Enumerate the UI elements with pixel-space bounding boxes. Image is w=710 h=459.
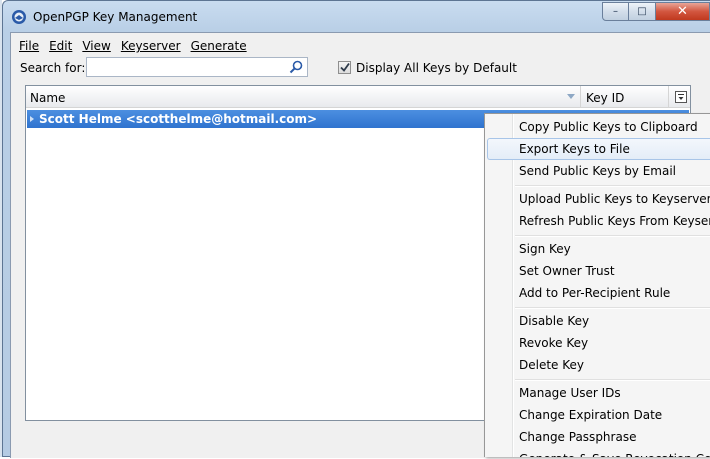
- menu-bar: File Edit View Keyserver Generate: [11, 38, 252, 54]
- menu-item-disable-key[interactable]: Disable Key: [487, 310, 710, 332]
- close-button[interactable]: ✕: [656, 2, 710, 21]
- menu-item-refresh-public-keys[interactable]: Refresh Public Keys From Keyserver: [487, 210, 710, 232]
- menu-item-set-owner-trust[interactable]: Set Owner Trust: [487, 260, 710, 282]
- menu-generate[interactable]: Generate: [186, 38, 252, 54]
- menu-item-export-keys[interactable]: Export Keys to File: [487, 138, 710, 160]
- menu-keyserver-label: Keyserver: [120, 39, 181, 53]
- search-label: Search for:: [20, 61, 86, 75]
- menu-file[interactable]: File: [11, 38, 44, 54]
- menu-item-manage-user-ids[interactable]: Manage User IDs: [487, 382, 710, 404]
- minimize-button[interactable]: –: [602, 2, 629, 21]
- menu-separator: [515, 185, 710, 187]
- column-divider[interactable]: [580, 86, 581, 107]
- menu-item-delete-key[interactable]: Delete Key: [487, 354, 710, 376]
- window-title: OpenPGP Key Management: [33, 10, 198, 24]
- menu-view-label: View: [82, 39, 111, 53]
- menu-item-sign-key[interactable]: Sign Key: [487, 238, 710, 260]
- display-all-keys-checkbox[interactable]: [338, 61, 351, 74]
- search-input[interactable]: [86, 57, 308, 77]
- menu-item-revocation-certificate[interactable]: Generate & Save Revocation Certificate: [487, 448, 710, 457]
- menu-item-add-recipient-rule[interactable]: Add to Per-Recipient Rule: [487, 282, 710, 304]
- menu-keyserver[interactable]: Keyserver: [116, 38, 186, 54]
- maximize-button[interactable]: □: [629, 2, 656, 21]
- menu-generate-label: Generate: [190, 39, 247, 53]
- caption-buttons: – □ ✕: [602, 2, 710, 22]
- menu-separator: [515, 379, 710, 381]
- menu-edit-label: Edit: [49, 39, 73, 53]
- checkmark-icon: [340, 62, 350, 72]
- menu-edit[interactable]: Edit: [44, 38, 77, 54]
- menu-item-change-expiration[interactable]: Change Expiration Date: [487, 404, 710, 426]
- list-header: Name Key ID: [26, 86, 690, 108]
- context-menu: Copy Public Keys to Clipboard Export Key…: [484, 113, 710, 457]
- menu-item-send-public-keys[interactable]: Send Public Keys by Email: [487, 160, 710, 182]
- column-header-key-id[interactable]: Key ID: [586, 91, 624, 105]
- menu-separator: [515, 307, 710, 309]
- menu-view[interactable]: View: [77, 38, 115, 54]
- menu-file-label: File: [19, 39, 40, 53]
- search-icon[interactable]: [289, 60, 303, 74]
- row-name: Scott Helme <scotthelme@hotmail.com>: [39, 112, 318, 126]
- menu-item-revoke-key[interactable]: Revoke Key: [487, 332, 710, 354]
- menu-item-change-passphrase[interactable]: Change Passphrase: [487, 426, 710, 448]
- expand-arrow-icon[interactable]: [30, 116, 34, 122]
- title-bar[interactable]: OpenPGP Key Management – □ ✕: [3, 1, 710, 33]
- display-all-keys-label[interactable]: Display All Keys by Default: [356, 61, 517, 75]
- column-header-name[interactable]: Name: [30, 91, 65, 105]
- menu-item-copy-public-keys[interactable]: Copy Public Keys to Clipboard: [487, 116, 710, 138]
- thunderbird-app-icon: [12, 10, 26, 24]
- menu-item-upload-public-keys[interactable]: Upload Public Keys to Keyserver: [487, 188, 710, 210]
- menu-separator: [515, 235, 710, 237]
- column-picker-icon[interactable]: [675, 91, 687, 103]
- sort-descending-icon: [567, 94, 575, 99]
- column-divider[interactable]: [668, 86, 669, 107]
